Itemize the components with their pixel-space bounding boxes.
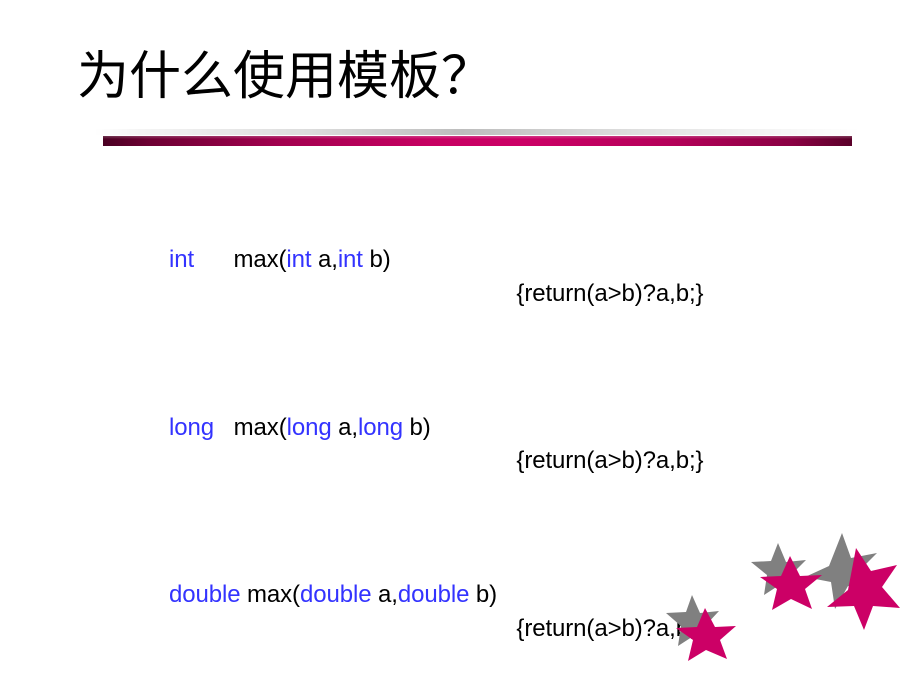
slide-canvas: 为什么使用模板？ int max(int a,int b) {return(a>… [0, 0, 920, 690]
plain-token: a, [371, 581, 398, 608]
code-signature: int max(int a,int b) [116, 210, 516, 311]
star-small [666, 595, 736, 661]
plain-token: max( [240, 581, 300, 608]
code-body: {return(a>b)?a,b;} [516, 447, 704, 474]
plain-token: b) [362, 246, 391, 273]
code-signature: double max(double a,double b) [116, 545, 516, 646]
page-title: 为什么使用模板？ [77, 49, 494, 106]
star-cluster-decoration [660, 520, 920, 690]
plain-token: b) [469, 581, 498, 608]
divider-hairline [95, 129, 860, 135]
title-divider [0, 120, 920, 150]
keyword-token: int [286, 246, 312, 273]
keyword-token: double [397, 581, 470, 608]
keyword-token: long [286, 413, 332, 441]
keyword-token: int [168, 246, 195, 273]
code-signature: long max(long a,long b) [116, 377, 516, 478]
keyword-token: int [337, 246, 363, 273]
divider-bar [103, 136, 852, 146]
star-cluster-svg [666, 533, 900, 661]
plain-token: max( [213, 413, 287, 441]
code-body: {return(a>b)?a,b;} [516, 279, 704, 307]
keyword-token: double [168, 581, 241, 608]
star-medium [751, 543, 822, 610]
keyword-token: long [168, 413, 214, 441]
code-line-long: long max(long a,long b) {return(a>b)?a,b… [77, 344, 877, 512]
plain-token: a, [311, 246, 338, 273]
plain-token: a, [331, 413, 358, 441]
keyword-token: double [299, 581, 372, 608]
code-line-int: int max(int a,int b) {return(a>b)?a,b;} [77, 176, 877, 344]
star-large [805, 533, 900, 630]
plain-token: max( [194, 246, 287, 273]
keyword-token: long [357, 413, 403, 441]
plain-token: b) [402, 413, 431, 441]
